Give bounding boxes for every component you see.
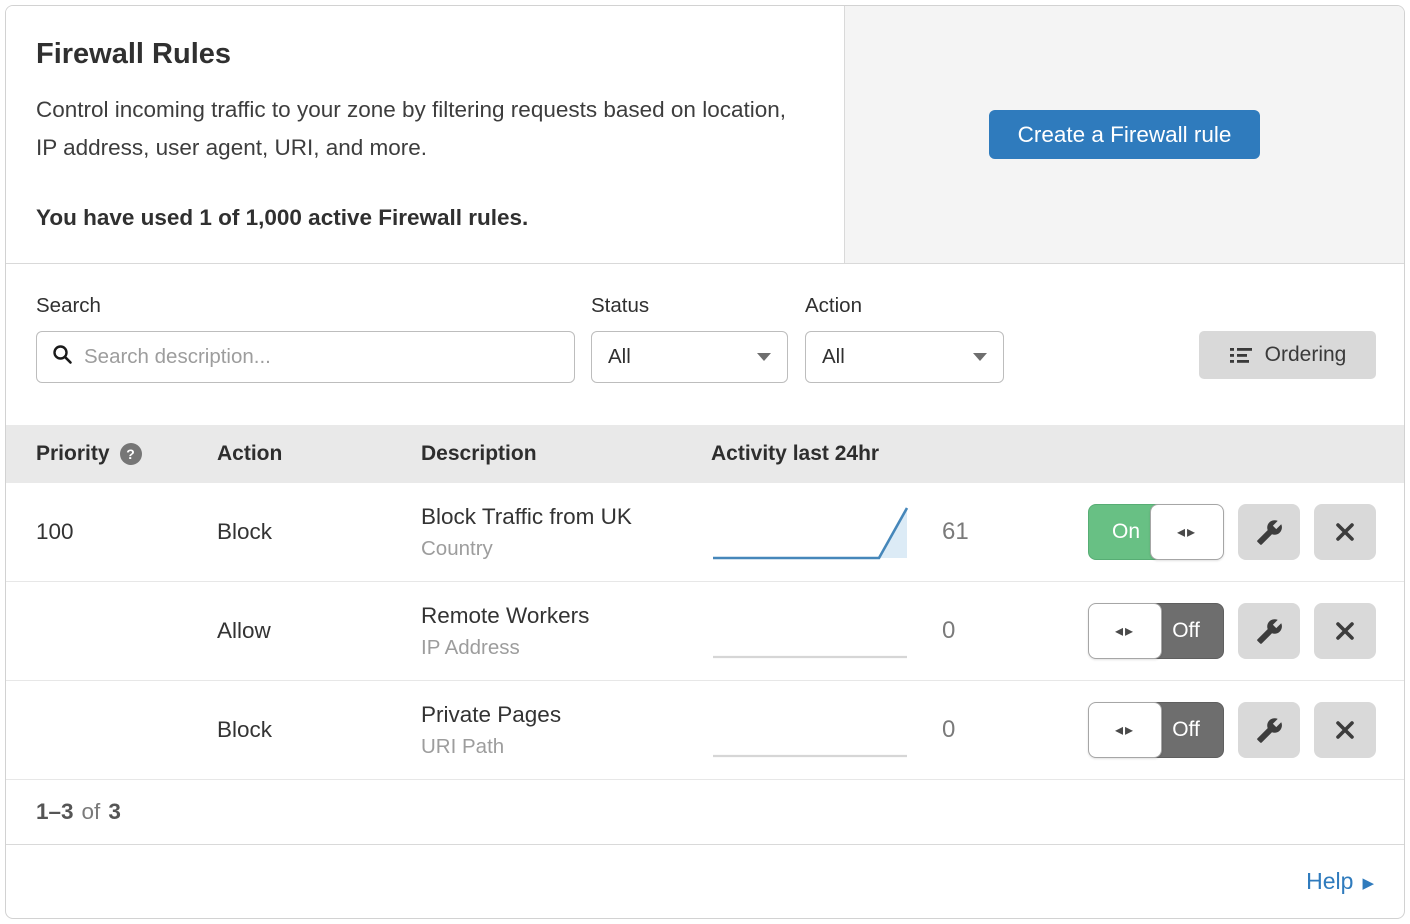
ordering-button-label: Ordering xyxy=(1265,343,1347,367)
column-priority: Priority ? xyxy=(36,442,217,466)
filter-bar: Search Status All Action All xyxy=(6,264,1404,425)
delete-rule-button[interactable] xyxy=(1314,603,1376,659)
status-label: Status xyxy=(591,294,788,318)
table-row: Allow Remote Workers IP Address 0 Off ◂▸ xyxy=(6,582,1404,681)
page-title: Firewall Rules xyxy=(36,38,812,71)
pagination-total: 3 xyxy=(108,799,121,825)
pagination-of: of xyxy=(82,799,101,825)
rule-title: Remote Workers xyxy=(421,603,711,629)
column-description: Description xyxy=(421,442,711,466)
status-selected-value: All xyxy=(608,345,631,369)
rule-priority: 100 xyxy=(36,519,217,545)
priority-help-icon[interactable]: ? xyxy=(120,443,142,465)
delete-rule-button[interactable] xyxy=(1314,504,1376,560)
rule-action: Block xyxy=(217,717,421,743)
chevron-down-icon xyxy=(973,353,987,361)
edit-rule-button[interactable] xyxy=(1238,504,1300,560)
edit-rule-button[interactable] xyxy=(1238,603,1300,659)
rule-title: Block Traffic from UK xyxy=(421,504,711,530)
column-activity: Activity last 24hr xyxy=(711,442,1404,466)
header-section: Firewall Rules Control incoming traffic … xyxy=(6,6,1404,264)
ordering-button[interactable]: Ordering xyxy=(1199,331,1376,379)
delete-rule-button[interactable] xyxy=(1314,702,1376,758)
rule-action: Block xyxy=(217,519,421,545)
activity-sparkline xyxy=(711,696,916,764)
rule-match-type: URI Path xyxy=(421,735,711,759)
firewall-rules-card: Firewall Rules Control incoming traffic … xyxy=(5,5,1405,919)
page-description: Control incoming traffic to your zone by… xyxy=(36,91,812,167)
wrench-icon xyxy=(1256,618,1283,645)
rule-match-type: IP Address xyxy=(421,636,711,660)
create-firewall-rule-button[interactable]: Create a Firewall rule xyxy=(989,110,1261,159)
enable-toggle[interactable]: Off ◂▸ xyxy=(1088,603,1224,659)
activity-sparkline xyxy=(711,597,916,665)
status-group: Status All xyxy=(591,294,788,383)
rule-activity: 0 Off ◂▸ xyxy=(711,597,1404,665)
action-selected-value: All xyxy=(822,345,845,369)
priority-header-label: Priority xyxy=(36,442,110,466)
table-row: 100 Block Block Traffic from UK Country … xyxy=(6,483,1404,582)
close-icon xyxy=(1334,620,1356,642)
action-select[interactable]: All xyxy=(805,331,1004,383)
action-label: Action xyxy=(805,294,1004,318)
search-label: Search xyxy=(36,294,575,318)
activity-sparkline xyxy=(711,498,916,566)
rule-match-type: Country xyxy=(421,537,711,561)
close-icon xyxy=(1334,719,1356,741)
header-action-panel: Create a Firewall rule xyxy=(844,6,1404,263)
wrench-icon xyxy=(1256,717,1283,744)
search-box[interactable] xyxy=(36,331,575,383)
rule-activity: 61 On ◂▸ xyxy=(711,498,1404,566)
arrow-right-icon: ▶ xyxy=(1362,874,1374,892)
header-text-block: Firewall Rules Control incoming traffic … xyxy=(6,6,844,263)
action-group: Action All xyxy=(805,294,1004,383)
enable-toggle[interactable]: Off ◂▸ xyxy=(1088,702,1224,758)
status-select[interactable]: All xyxy=(591,331,788,383)
close-icon xyxy=(1334,521,1356,543)
rule-activity: 0 Off ◂▸ xyxy=(711,696,1404,764)
table-header-row: Priority ? Action Description Activity l… xyxy=(6,425,1404,483)
pagination-range: 1–3 xyxy=(36,799,74,825)
rule-description: Remote Workers IP Address xyxy=(421,603,711,660)
toggle-handle-icon[interactable]: ◂▸ xyxy=(1088,603,1162,659)
edit-rule-button[interactable] xyxy=(1238,702,1300,758)
help-row: Help ▶ xyxy=(6,844,1404,918)
rule-action: Allow xyxy=(217,618,421,644)
search-input[interactable] xyxy=(84,345,560,369)
activity-count: 61 xyxy=(942,518,986,546)
help-link-label: Help xyxy=(1306,868,1353,895)
toggle-handle-icon[interactable]: ◂▸ xyxy=(1088,702,1162,758)
list-ordering-icon xyxy=(1229,345,1253,365)
search-icon xyxy=(51,343,74,371)
usage-summary: You have used 1 of 1,000 active Firewall… xyxy=(36,205,812,231)
rule-description: Private Pages URI Path xyxy=(421,702,711,759)
rule-description: Block Traffic from UK Country xyxy=(421,504,711,561)
help-link[interactable]: Help ▶ xyxy=(1306,868,1374,895)
activity-count: 0 xyxy=(942,617,986,645)
rule-title: Private Pages xyxy=(421,702,711,728)
toggle-handle-icon[interactable]: ◂▸ xyxy=(1150,504,1224,560)
wrench-icon xyxy=(1256,519,1283,546)
column-action: Action xyxy=(217,442,421,466)
chevron-down-icon xyxy=(757,353,771,361)
table-row: Block Private Pages URI Path 0 Off ◂▸ xyxy=(6,681,1404,780)
pagination-summary: 1–3 of 3 xyxy=(6,780,1404,844)
activity-count: 0 xyxy=(942,716,986,744)
enable-toggle[interactable]: On ◂▸ xyxy=(1088,504,1224,560)
search-group: Search xyxy=(36,294,575,383)
